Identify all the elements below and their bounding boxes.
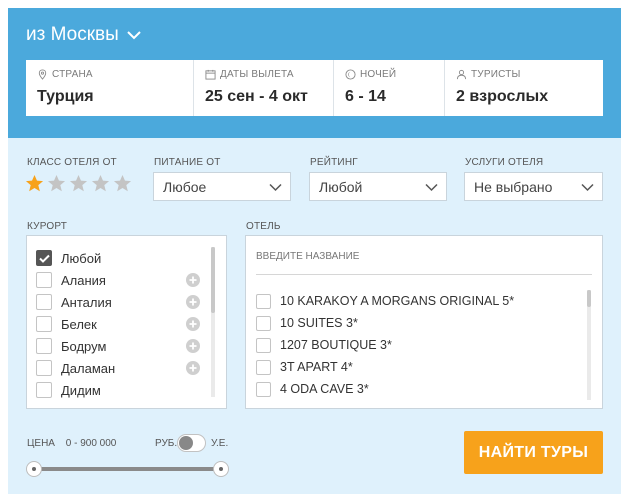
country-label: Страна bbox=[52, 69, 93, 80]
calendar-icon bbox=[205, 69, 216, 80]
tourists-label: Туристы bbox=[471, 69, 521, 80]
chevron-down-icon bbox=[425, 183, 438, 192]
hotel-scrollbar-thumb[interactable] bbox=[587, 290, 591, 307]
resort-name: Бодрум bbox=[61, 338, 107, 354]
price-title: Цена bbox=[27, 438, 55, 449]
location-pin-icon bbox=[38, 69, 47, 80]
checkmark-icon bbox=[38, 254, 50, 263]
checkbox[interactable] bbox=[256, 359, 271, 375]
hotel-item[interactable]: 10 KARAKOY A MORGANS ORIGINAL 5* bbox=[256, 290, 576, 312]
meal-label: Питание от bbox=[154, 157, 221, 168]
hotel-class-stars[interactable] bbox=[25, 174, 132, 193]
hotel-label: Отель bbox=[246, 221, 281, 232]
price-range-text: 0 - 900 000 bbox=[65, 438, 117, 449]
tourists-value: 2 взрослых bbox=[456, 88, 549, 105]
resort-name: Любой bbox=[61, 250, 102, 266]
tourists-field[interactable]: Туристы 2 взрослых bbox=[445, 60, 603, 116]
currency-rub-label: руб. bbox=[155, 438, 178, 449]
resort-item-any[interactable]: Любой bbox=[36, 247, 206, 269]
hotel-item[interactable]: 10 SUITES 3* bbox=[256, 312, 576, 334]
checkbox[interactable] bbox=[36, 382, 52, 398]
chevron-down-icon bbox=[127, 31, 141, 40]
hotel-list: 10 KARAKOY A MORGANS ORIGINAL 5* 10 SUIT… bbox=[256, 290, 576, 400]
resort-item-dalaman[interactable]: Даламан bbox=[36, 357, 206, 379]
dates-label: Даты вылета bbox=[220, 69, 294, 80]
person-icon bbox=[456, 69, 467, 80]
checkbox[interactable] bbox=[256, 315, 271, 331]
checkbox[interactable] bbox=[256, 381, 271, 397]
nights-field[interactable]: Ночей 6 - 14 bbox=[334, 60, 445, 116]
toggle-knob bbox=[179, 436, 193, 450]
rating-value: Любой bbox=[319, 179, 363, 195]
nights-value: 6 - 14 bbox=[345, 88, 386, 105]
rating-label: Рейтинг bbox=[310, 157, 358, 168]
rating-select[interactable]: Любой bbox=[309, 172, 447, 201]
country-field[interactable]: Страна Турция bbox=[26, 60, 194, 116]
meal-value: Любое bbox=[163, 179, 207, 195]
star-icon[interactable] bbox=[91, 174, 110, 193]
star-icon[interactable] bbox=[25, 174, 44, 193]
nights-label: Ночей bbox=[360, 69, 397, 80]
departure-city-selector[interactable]: из Москвы bbox=[26, 24, 141, 46]
chevron-down-icon bbox=[269, 183, 282, 192]
dates-value: 25 сен - 4 окт bbox=[205, 88, 308, 105]
hotel-name: 1207 BOUTIQUE 3* bbox=[280, 338, 392, 352]
expand-plus-icon[interactable] bbox=[186, 273, 200, 287]
meal-select[interactable]: Любое bbox=[153, 172, 291, 201]
resort-item-bodrum[interactable]: Бодрум bbox=[36, 335, 206, 357]
checkbox[interactable] bbox=[256, 293, 271, 309]
resort-list: Любой Алания Анталия Белек Бодрум Далама… bbox=[36, 247, 206, 401]
resort-label: Курорт bbox=[27, 221, 68, 232]
hotel-search-input[interactable]: Введите название bbox=[256, 247, 592, 275]
resort-item-alanya[interactable]: Алания bbox=[36, 269, 206, 291]
resort-item-belek[interactable]: Белек bbox=[36, 313, 206, 335]
checkbox[interactable] bbox=[36, 316, 52, 332]
chevron-down-icon bbox=[581, 183, 594, 192]
resort-scrollbar-thumb[interactable] bbox=[211, 247, 215, 313]
hotel-item[interactable]: 1207 BOUTIQUE 3* bbox=[256, 334, 576, 356]
expand-plus-icon[interactable] bbox=[186, 339, 200, 353]
departure-city-label: из Москвы bbox=[26, 24, 119, 45]
hotel-item[interactable]: 3T APART 4* bbox=[256, 356, 576, 378]
resort-name: Белек bbox=[61, 316, 97, 332]
find-tours-button[interactable]: Найти туры bbox=[464, 431, 603, 474]
star-icon[interactable] bbox=[47, 174, 66, 193]
country-value: Турция bbox=[37, 88, 94, 105]
services-label: Услуги отеля bbox=[465, 157, 544, 168]
hotel-name: 4 ODA CAVE 3* bbox=[280, 382, 369, 396]
dates-field[interactable]: Даты вылета 25 сен - 4 окт bbox=[194, 60, 334, 116]
star-icon[interactable] bbox=[69, 174, 88, 193]
expand-plus-icon[interactable] bbox=[186, 295, 200, 309]
services-select[interactable]: Не выбрано bbox=[464, 172, 603, 201]
resort-item-antalya[interactable]: Анталия bbox=[36, 291, 206, 313]
resort-name: Даламан bbox=[61, 360, 116, 376]
services-value: Не выбрано bbox=[474, 179, 553, 195]
currency-ue-label: у.е. bbox=[211, 438, 229, 449]
price-slider-min-handle[interactable] bbox=[26, 461, 42, 477]
hotel-name: 10 SUITES 3* bbox=[280, 316, 358, 330]
checkbox[interactable] bbox=[36, 272, 52, 288]
resort-name: Алания bbox=[61, 272, 106, 288]
resort-name: Анталия bbox=[61, 294, 112, 310]
expand-plus-icon[interactable] bbox=[186, 317, 200, 331]
resort-name: Дидим bbox=[61, 382, 101, 398]
price-slider-track[interactable] bbox=[34, 467, 221, 471]
checkbox-checked[interactable] bbox=[36, 250, 52, 266]
currency-toggle[interactable] bbox=[177, 434, 206, 452]
checkbox[interactable] bbox=[36, 338, 52, 354]
resort-item-didim[interactable]: Дидим bbox=[36, 379, 206, 401]
checkbox[interactable] bbox=[36, 294, 52, 310]
moon-icon bbox=[345, 69, 356, 80]
star-icon[interactable] bbox=[113, 174, 132, 193]
hotel-item[interactable]: 4 ODA CAVE 3* bbox=[256, 378, 576, 400]
expand-plus-icon[interactable] bbox=[186, 361, 200, 375]
hotel-name: 3T APART 4* bbox=[280, 360, 353, 374]
hotel-class-label: Класс отеля от bbox=[27, 157, 117, 168]
price-slider-max-handle[interactable] bbox=[213, 461, 229, 477]
price-label: Цена 0 - 900 000 bbox=[27, 438, 116, 449]
checkbox[interactable] bbox=[256, 337, 271, 353]
hotel-name: 10 KARAKOY A MORGANS ORIGINAL 5* bbox=[280, 294, 515, 308]
search-params-bar: Страна Турция Даты вылета 25 сен - 4 окт… bbox=[26, 60, 603, 116]
checkbox[interactable] bbox=[36, 360, 52, 376]
